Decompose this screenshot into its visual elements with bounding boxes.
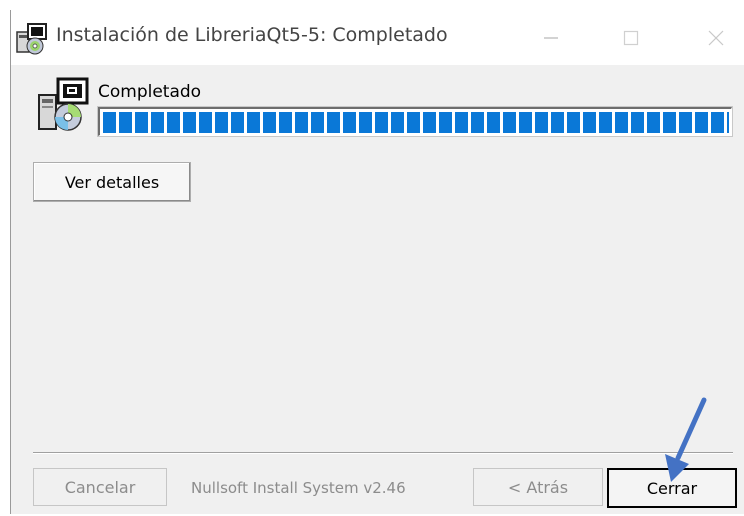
window-title: Instalación de LibreriaQt5-5: Completado: [56, 24, 448, 46]
installer-cd-icon: [36, 77, 90, 133]
installer-content: Completado Ver detalles Cancelar Nullsof…: [11, 65, 744, 514]
cancel-button[interactable]: Cancelar: [33, 468, 167, 506]
close-window-button[interactable]: [691, 18, 741, 58]
title-bar[interactable]: Instalación de LibreriaQt5-5: Completado: [11, 10, 744, 65]
footer-separator: [33, 452, 733, 454]
back-button[interactable]: < Atrás: [473, 468, 603, 506]
minimize-button[interactable]: [526, 18, 576, 58]
nsis-branding: Nullsoft Install System v2.46: [191, 479, 406, 497]
installer-window: Instalación de LibreriaQt5-5: Completado: [10, 10, 744, 514]
progress-fill: [103, 112, 729, 133]
arrow-pointer-icon: [665, 397, 707, 482]
maximize-button[interactable]: [606, 18, 656, 58]
status-label: Completado: [98, 82, 202, 102]
install-progress-bar: [98, 107, 732, 136]
show-details-button[interactable]: Ver detalles: [33, 162, 191, 202]
installer-icon: [15, 22, 49, 56]
